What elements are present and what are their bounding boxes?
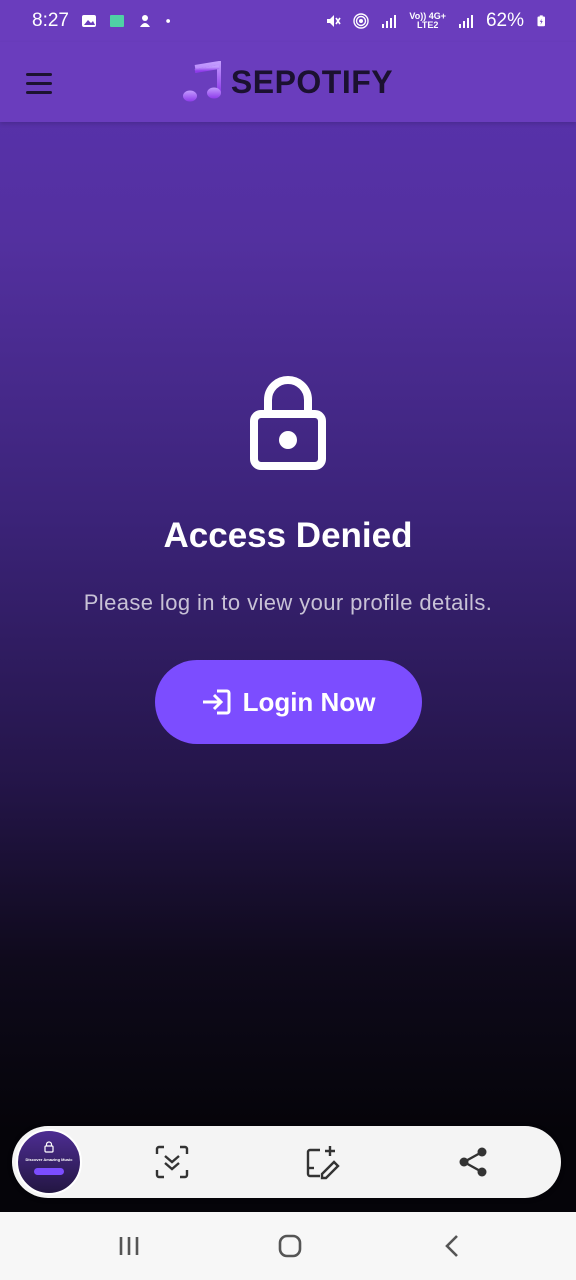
battery-charging-icon bbox=[537, 15, 545, 27]
signal-icon bbox=[382, 15, 397, 28]
status-clock: 8:27 bbox=[32, 10, 69, 31]
access-denied-panel: Access Denied Please log in to view your… bbox=[0, 370, 576, 744]
app-header: SEPOTIFY bbox=[0, 42, 576, 122]
back-icon[interactable] bbox=[437, 1230, 469, 1262]
app-screen: 8:27 Vo)) 4G+ LTE2 62% SEPOTIFY Access D… bbox=[0, 0, 576, 1280]
status-right: Vo)) 4G+ LTE2 62% bbox=[325, 10, 548, 32]
notification-icon bbox=[139, 15, 150, 27]
more-notifications-dot-icon bbox=[166, 19, 170, 23]
login-button-label: Login Now bbox=[242, 686, 376, 717]
brand: SEPOTIFY bbox=[182, 61, 394, 103]
mute-icon bbox=[327, 15, 342, 27]
status-left: 8:27 bbox=[32, 10, 175, 32]
music-note-icon bbox=[182, 61, 221, 102]
gallery-icon bbox=[81, 15, 96, 27]
login-arrow-icon bbox=[202, 689, 231, 715]
hamburger-menu-icon-line bbox=[26, 90, 52, 94]
menu-button[interactable] bbox=[20, 64, 58, 102]
thumbnail-lock-icon bbox=[44, 1141, 54, 1153]
crop-edit-icon[interactable] bbox=[304, 1144, 340, 1180]
scroll-capture-icon[interactable] bbox=[154, 1144, 190, 1180]
home-icon[interactable] bbox=[274, 1230, 306, 1262]
page-subtitle: Please log in to view your profile detai… bbox=[83, 590, 493, 615]
system-nav-bar bbox=[0, 1212, 576, 1280]
app-notification-icon bbox=[109, 15, 124, 27]
hotspot-icon bbox=[353, 13, 370, 29]
screenshot-toolbar: Discover Amazing Music bbox=[12, 1126, 561, 1198]
page-title: Access Denied bbox=[163, 516, 413, 555]
app-title: SEPOTIFY bbox=[230, 63, 394, 100]
hamburger-menu-icon-line bbox=[26, 81, 52, 85]
network-type: Vo)) 4G+ LTE2 bbox=[409, 12, 446, 30]
login-button[interactable]: Login Now bbox=[154, 660, 422, 744]
thumbnail-title: Discover Amazing Music bbox=[25, 1157, 73, 1162]
battery-percentage: 62% bbox=[485, 10, 524, 31]
screenshot-thumbnail[interactable]: Discover Amazing Music bbox=[16, 1129, 82, 1195]
signal-icon-2 bbox=[458, 15, 473, 28]
status-bar: 8:27 Vo)) 4G+ LTE2 62% bbox=[0, 0, 576, 42]
share-icon[interactable] bbox=[455, 1144, 491, 1180]
network-type-bottom: LTE2 bbox=[417, 20, 439, 30]
thumbnail-button bbox=[34, 1168, 64, 1175]
hamburger-menu-icon-line bbox=[26, 72, 52, 76]
lock-icon bbox=[250, 376, 326, 470]
recents-icon[interactable] bbox=[113, 1230, 145, 1262]
